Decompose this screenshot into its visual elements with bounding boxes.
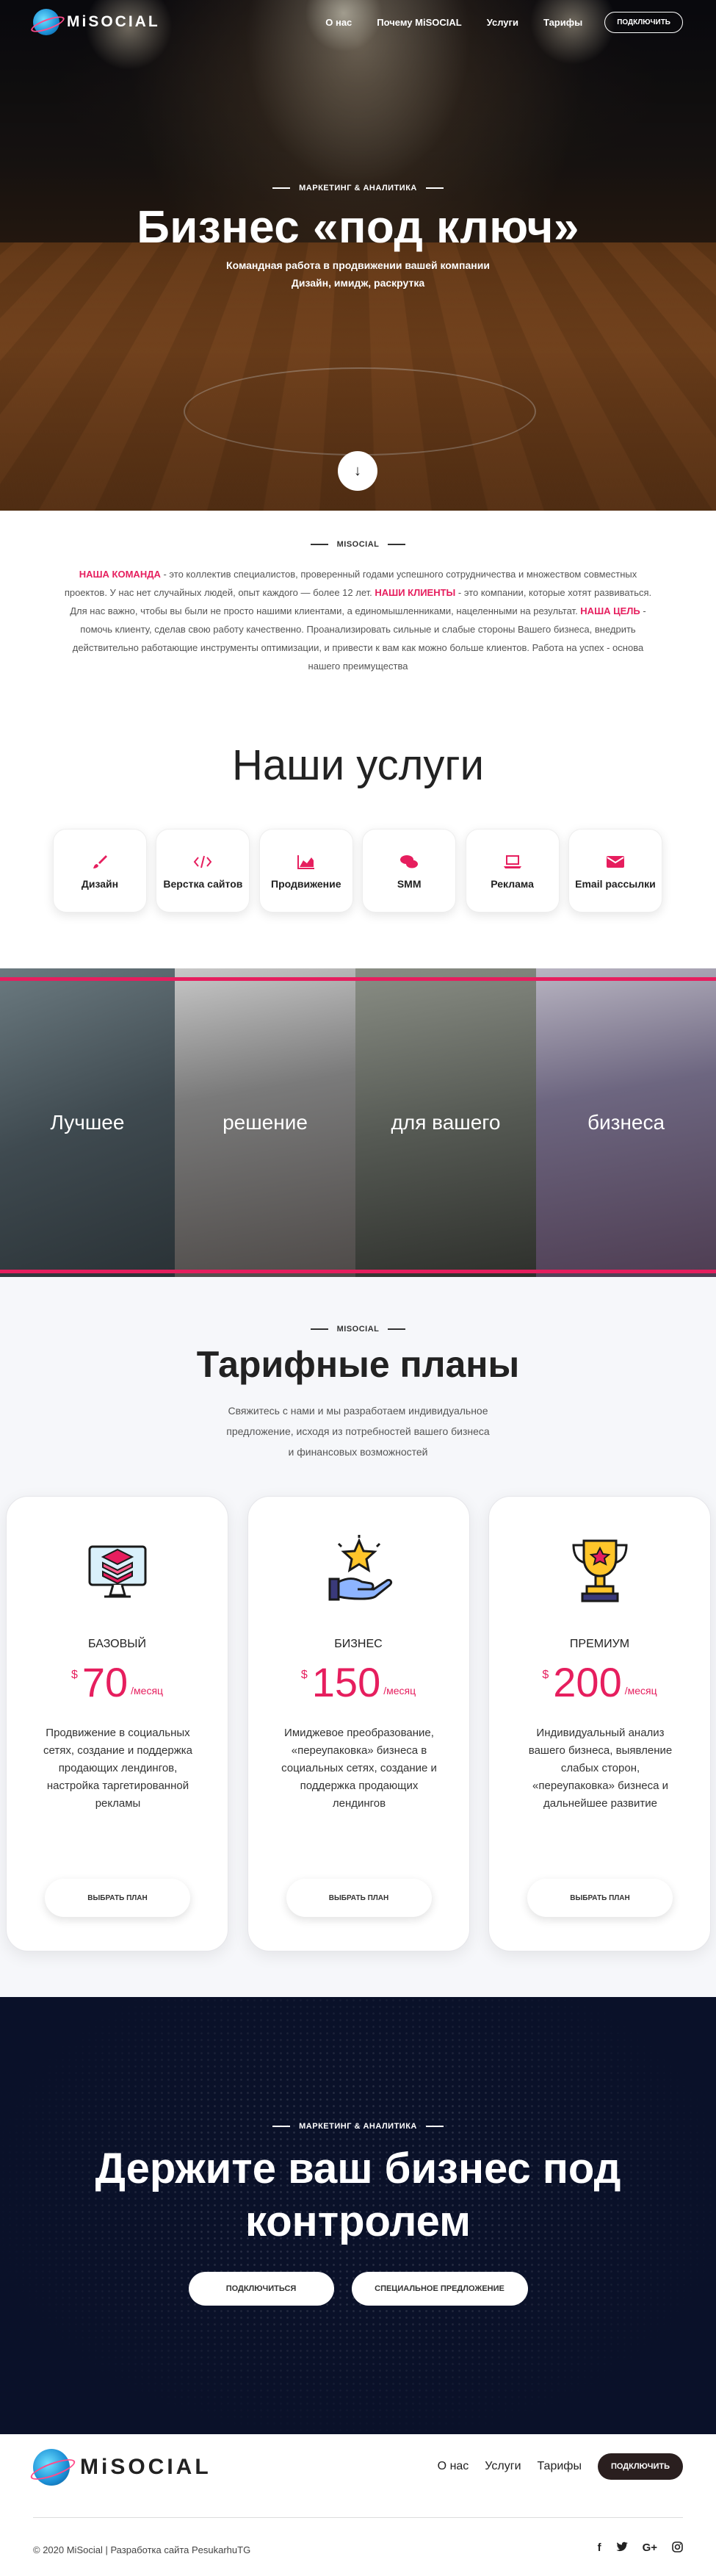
choose-plan-button[interactable]: ВЫБРАТЬ ПЛАН — [527, 1879, 673, 1917]
hero-subtitle: Командная работа в продвижении вашей ком… — [226, 259, 490, 271]
trophy-icon — [572, 1539, 628, 1602]
pricing-description: Свяжитесь с нами и мы разработаем индиви… — [226, 1405, 490, 1458]
subscribe-button[interactable]: ПОДКЛЮЧИТЬСЯ — [188, 2272, 334, 2306]
hero-title: Бизнес «под ключ» — [137, 202, 579, 253]
banner-panel-2: решение — [175, 968, 355, 1277]
top-nav: MiSOCIAL О нас Почему MiSOCIAL Услуги Та… — [0, 0, 716, 44]
plan-price: $ 70 /месяц — [70, 1659, 164, 1705]
footer-logo[interactable]: MiSOCIAL — [33, 2449, 211, 2486]
footer-connect-button[interactable]: ПОДКЛЮЧИТЬ — [597, 2453, 683, 2480]
instagram-icon[interactable] — [672, 2541, 683, 2555]
pricing-title: Тарифные планы — [196, 1344, 520, 1385]
services-list: Дизайн Верстка сайтов Продвижение SMM Ре… — [53, 829, 662, 913]
footer-nav: О нас Услуги Тарифы ПОДКЛЮЧИТЬ — [422, 2453, 683, 2480]
logo[interactable]: MiSOCIAL — [33, 9, 160, 35]
mail-icon — [606, 851, 625, 873]
plan-description: Индивидуальный анализ вашего бизнеса, вы… — [528, 1727, 673, 1810]
logo-icon — [33, 9, 59, 35]
plans-list: БАЗОВЫЙ $ 70 /месяц Продвижение в социал… — [6, 1496, 711, 1951]
about-text: НАША КОМАНДА - это коллектив специалисто… — [64, 569, 652, 672]
hero-section: MiSOCIAL О нас Почему MiSOCIAL Услуги Та… — [0, 0, 716, 511]
cta-section: МАРКЕТИНГ & АНАЛИТИКА Держите ваш бизнес… — [0, 1997, 716, 2434]
twitter-icon[interactable] — [615, 2541, 628, 2555]
footer-divider — [33, 2517, 683, 2518]
hand-star-icon — [328, 1535, 392, 1601]
nav-link-services[interactable]: Услуги — [487, 17, 518, 28]
logo-icon — [33, 2449, 70, 2486]
plan-premium: ПРЕМИУМ $ 200 /месяц Индивидуальный анал… — [488, 1496, 711, 1951]
footer-link-about[interactable]: О нас — [438, 2460, 469, 2473]
chart-icon — [297, 851, 316, 873]
service-promotion[interactable]: Продвижение — [258, 829, 353, 913]
service-smm[interactable]: SMM — [362, 829, 457, 913]
logo-text: MiSOCIAL — [67, 13, 160, 30]
goal-label: НАША ЦЕЛЬ — [580, 605, 640, 616]
connect-button[interactable]: ПОДКЛЮЧИТЬ — [604, 11, 683, 33]
service-web[interactable]: Верстка сайтов — [156, 829, 250, 913]
footer-link-services[interactable]: Услуги — [485, 2460, 521, 2473]
plan-description: Продвижение в социальных сетях, создание… — [43, 1727, 192, 1810]
copyright: © 2020 MiSocial | Разработка сайта Pesuk… — [33, 2544, 251, 2555]
choose-plan-button[interactable]: ВЫБРАТЬ ПЛАН — [286, 1879, 432, 1917]
plan-basic: БАЗОВЫЙ $ 70 /месяц Продвижение в социал… — [6, 1496, 228, 1951]
services-title: Наши услуги — [232, 741, 484, 789]
service-ads[interactable]: Реклама — [465, 829, 560, 913]
social-links: f G+ — [583, 2541, 683, 2555]
plan-price: $ 150 /месяц — [300, 1659, 416, 1705]
service-design[interactable]: Дизайн — [53, 829, 147, 913]
cta-kicker: МАРКЕТИНГ & АНАЛИТИКА — [0, 2122, 716, 2131]
layers-monitor-icon — [88, 1545, 147, 1598]
hero-text: МАРКЕТИНГ & АНАЛИТИКА Бизнес «под ключ» … — [0, 184, 716, 289]
brush-icon — [91, 851, 109, 873]
banner-panel-3: для вашего — [355, 968, 536, 1277]
laptop-icon — [503, 851, 522, 873]
nav-link-about[interactable]: О нас — [325, 17, 352, 28]
plan-name: ПРЕМИУМ — [569, 1638, 630, 1650]
nav-link-pricing[interactable]: Тарифы — [543, 17, 582, 28]
nav-links: О нас Почему MiSOCIAL Услуги Тарифы ПОДК… — [300, 11, 683, 33]
cta-title: Держите ваш бизнес под контролем — [95, 2145, 621, 2245]
plan-name: БИЗНЕС — [334, 1638, 383, 1650]
team-label: НАША КОМАНДА — [79, 569, 161, 580]
about-section: MISOCIAL НАША КОМАНДА - это коллектив сп… — [0, 540, 716, 675]
plan-business: БИЗНЕС $ 150 /месяц Имиджевое преобразов… — [247, 1496, 470, 1951]
special-offer-button[interactable]: СПЕЦИАЛЬНОЕ ПРЕДЛОЖЕНИЕ — [351, 2272, 528, 2306]
footer-link-pricing[interactable]: Тарифы — [538, 2460, 582, 2473]
footer: MiSOCIAL О нас Услуги Тарифы ПОДКЛЮЧИТЬ … — [0, 2434, 716, 2576]
pricing-section: MISOCIAL Тарифные планы Свяжитесь с нами… — [0, 1277, 716, 1997]
service-email[interactable]: Email рассылки — [568, 829, 662, 913]
hero-kicker: МАРКЕТИНГ & АНАЛИТИКА — [0, 184, 716, 193]
logo-text: MiSOCIAL — [80, 2455, 211, 2479]
chat-icon — [399, 851, 419, 873]
pricing-kicker: MISOCIAL — [0, 1325, 716, 1334]
plan-name: БАЗОВЫЙ — [88, 1638, 146, 1650]
plan-price: $ 200 /месяц — [542, 1659, 657, 1705]
clients-label: НАШИ КЛИЕНТЫ — [375, 587, 456, 598]
scroll-down-button[interactable]: ↓ — [338, 451, 377, 491]
nav-link-why[interactable]: Почему MiSOCIAL — [377, 17, 461, 28]
plan-description: Имиджевое преобразование, «переупаковка»… — [281, 1727, 437, 1810]
cta-buttons: ПОДКЛЮЧИТЬСЯ СПЕЦИАЛЬНОЕ ПРЕДЛОЖЕНИЕ — [0, 2272, 716, 2306]
banner-section: Лучшее решение для вашего бизнеса — [0, 968, 716, 1277]
banner-panel-4: бизнеса — [536, 968, 716, 1277]
hero-subtitle-2: Дизайн, имидж, раскрутка — [291, 277, 425, 289]
facebook-icon[interactable]: f — [598, 2541, 601, 2555]
choose-plan-button[interactable]: ВЫБРАТЬ ПЛАН — [45, 1879, 190, 1917]
google-plus-icon[interactable]: G+ — [643, 2541, 657, 2555]
arrow-down-icon: ↓ — [354, 462, 361, 479]
about-kicker: MISOCIAL — [0, 540, 716, 549]
code-icon — [193, 851, 212, 873]
banner-panel-1: Лучшее — [0, 968, 175, 1277]
